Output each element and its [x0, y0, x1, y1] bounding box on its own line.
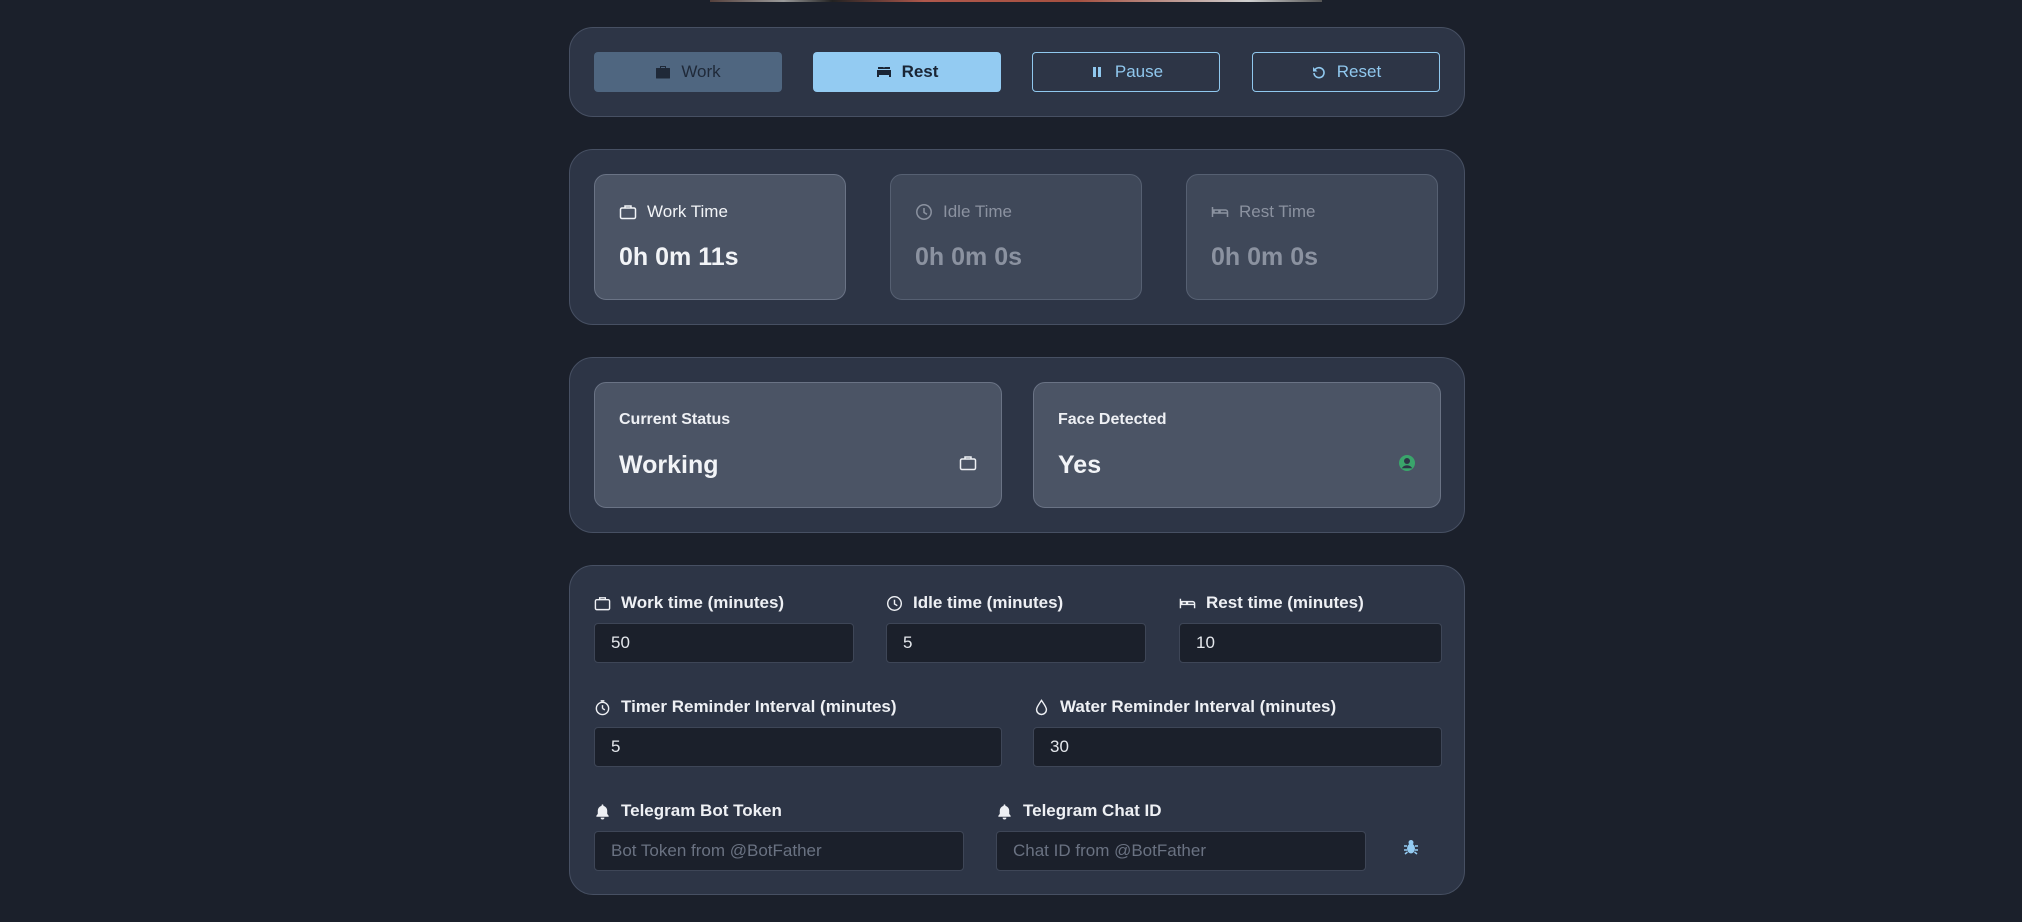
work-time-input[interactable]: [594, 623, 854, 663]
bug-icon: [1404, 840, 1418, 855]
idle-time-label: Idle Time: [943, 202, 1012, 221]
bed-icon: [1179, 598, 1196, 608]
idle-time-setting-text: Idle time (minutes): [913, 593, 1064, 612]
work-button-label: Work: [681, 62, 721, 81]
water-drop-icon: [1035, 698, 1048, 715]
reset-button-label: Reset: [1336, 62, 1382, 81]
water-reminder-setting-text: Water Reminder Interval (minutes): [1060, 697, 1337, 716]
chat-id-setting-text: Telegram Chat ID: [1023, 801, 1162, 820]
current-status-card: Current Status Working: [594, 382, 1002, 508]
idle-time-card: Idle Time 0h 0m 0s: [890, 174, 1142, 300]
briefcase-icon: [594, 596, 611, 610]
status-panel: Current Status Working Face Detected Yes: [569, 357, 1465, 533]
chat-id-input[interactable]: [996, 831, 1366, 871]
chat-id-setting-label: Telegram Chat ID: [996, 801, 1162, 821]
briefcase-icon: [959, 456, 977, 471]
current-status-value: Working: [619, 451, 719, 479]
pause-button[interactable]: Pause: [1032, 52, 1220, 92]
rest-time-label: Rest Time: [1239, 202, 1316, 221]
reset-button[interactable]: Reset: [1252, 52, 1440, 92]
bot-token-setting-label: Telegram Bot Token: [594, 801, 782, 821]
timer-reminder-input[interactable]: [594, 727, 1002, 767]
rest-time-setting-label: Rest time (minutes): [1179, 593, 1364, 613]
rest-time-value: 0h 0m 0s: [1211, 243, 1319, 271]
bell-icon: [596, 803, 609, 820]
work-time-card: Work Time 0h 0m 11s: [594, 174, 846, 300]
rest-time-card: Rest Time 0h 0m 0s: [1186, 174, 1438, 300]
water-reminder-setting-label: Water Reminder Interval (minutes): [1033, 697, 1336, 717]
face-detected-card: Face Detected Yes: [1033, 382, 1441, 508]
work-time-setting-label: Work time (minutes): [594, 593, 784, 613]
work-button[interactable]: Work: [594, 52, 782, 92]
idle-time-setting-label: Idle time (minutes): [886, 593, 1063, 613]
rest-button-label: Rest: [901, 62, 939, 81]
idle-time-value: 0h 0m 0s: [915, 243, 1023, 271]
camera-preview-edge: [710, 0, 1322, 2]
rest-time-setting-text: Rest time (minutes): [1206, 593, 1364, 612]
bell-icon: [998, 803, 1011, 820]
bot-token-setting-text: Telegram Bot Token: [621, 801, 782, 820]
work-time-label: Work Time: [647, 202, 728, 221]
work-time-value: 0h 0m 11s: [619, 243, 739, 271]
briefcase-icon: [656, 66, 671, 79]
timer-icon: [595, 699, 610, 715]
bed-icon: [876, 67, 891, 77]
work-time-setting-text: Work time (minutes): [621, 593, 785, 612]
timers-panel: Work Time 0h 0m 11s Idle Time 0h 0m 0s R…: [569, 149, 1465, 325]
face-detected-label: Face Detected: [1058, 411, 1167, 428]
settings-panel: Work time (minutes) Idle time (minutes) …: [569, 565, 1465, 895]
clock-icon: [886, 595, 903, 611]
idle-time-input[interactable]: [886, 623, 1146, 663]
rest-button[interactable]: Rest: [813, 52, 1001, 92]
pause-icon: [1092, 67, 1101, 77]
pause-button-label: Pause: [1114, 62, 1164, 81]
bed-icon: [1211, 207, 1229, 217]
controls-panel: Work Rest Pause Reset: [569, 27, 1465, 117]
timer-reminder-setting-label: Timer Reminder Interval (minutes): [594, 697, 897, 717]
current-status-label: Current Status: [619, 411, 731, 428]
water-reminder-input[interactable]: [1033, 727, 1442, 767]
user-circle-icon: [1399, 455, 1415, 471]
test-notification-button[interactable]: [1400, 836, 1422, 858]
bot-token-input[interactable]: [594, 831, 964, 871]
face-detected-value: Yes: [1058, 451, 1102, 479]
timer-reminder-setting-text: Timer Reminder Interval (minutes): [621, 697, 897, 716]
reset-icon: [1312, 66, 1325, 79]
briefcase-icon: [619, 205, 637, 220]
clock-icon: [916, 204, 932, 220]
rest-time-input[interactable]: [1179, 623, 1442, 663]
